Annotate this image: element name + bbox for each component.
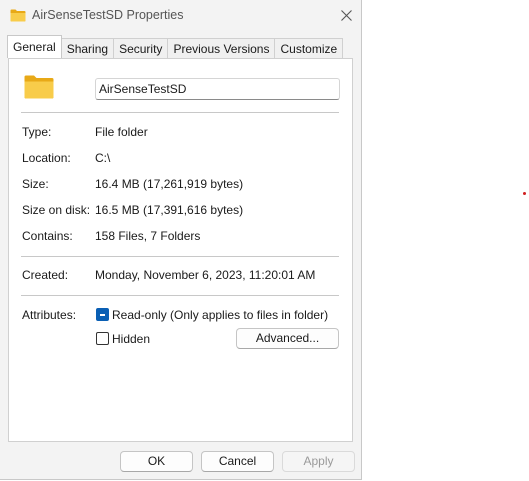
tab-general[interactable]: General (7, 35, 62, 58)
folder-icon (24, 75, 54, 99)
window-title: AirSenseTestSD Properties (32, 8, 184, 22)
title-bar[interactable]: AirSenseTestSD Properties (0, 0, 361, 32)
properties-dialog: AirSenseTestSD Properties General Sharin… (0, 0, 362, 480)
size-on-disk-label: Size on disk: (22, 203, 91, 217)
readonly-checkbox-box[interactable] (96, 308, 109, 321)
cursor-marker (523, 192, 526, 195)
size-on-disk-value: 16.5 MB (17,391,616 bytes) (95, 203, 244, 217)
location-label: Location: (22, 151, 71, 165)
divider (21, 256, 339, 257)
apply-button[interactable]: Apply (282, 451, 355, 472)
tab-security[interactable]: Security (113, 38, 169, 58)
tab-strip: General Sharing Security Previous Versio… (7, 35, 344, 58)
divider (21, 295, 339, 296)
close-icon (340, 9, 352, 21)
hidden-checkbox-box[interactable] (96, 332, 109, 345)
size-value: 16.4 MB (17,261,919 bytes) (95, 177, 244, 191)
size-label: Size: (22, 177, 49, 191)
hidden-checkbox[interactable]: Hidden (95, 331, 175, 347)
contains-value: 158 Files, 7 Folders (95, 229, 201, 243)
hidden-label: Hidden (112, 332, 151, 346)
cancel-button[interactable]: Cancel (201, 451, 274, 472)
attributes-label: Attributes: (22, 308, 77, 322)
readonly-checkbox[interactable]: Read-only (Only applies to files in fold… (95, 307, 335, 323)
folder-name-input[interactable] (95, 78, 340, 100)
close-button[interactable] (334, 4, 358, 26)
tab-sharing[interactable]: Sharing (60, 38, 115, 58)
tab-previous-versions[interactable]: Previous Versions (167, 38, 276, 58)
created-value: Monday, November 6, 2023, 11:20:01 AM (95, 268, 316, 282)
advanced-button[interactable]: Advanced... (236, 328, 339, 349)
folder-icon (10, 9, 26, 22)
tab-customize[interactable]: Customize (274, 38, 344, 58)
readonly-label: Read-only (Only applies to files in fold… (112, 308, 329, 322)
divider (21, 112, 339, 113)
general-panel: Type: File folder Location: C:\ Size: 16… (8, 58, 353, 442)
type-label: Type: (22, 125, 52, 139)
ok-button[interactable]: OK (120, 451, 193, 472)
type-value: File folder (95, 125, 148, 139)
contains-label: Contains: (22, 229, 73, 243)
location-value: C:\ (95, 151, 111, 165)
created-label: Created: (22, 268, 69, 282)
